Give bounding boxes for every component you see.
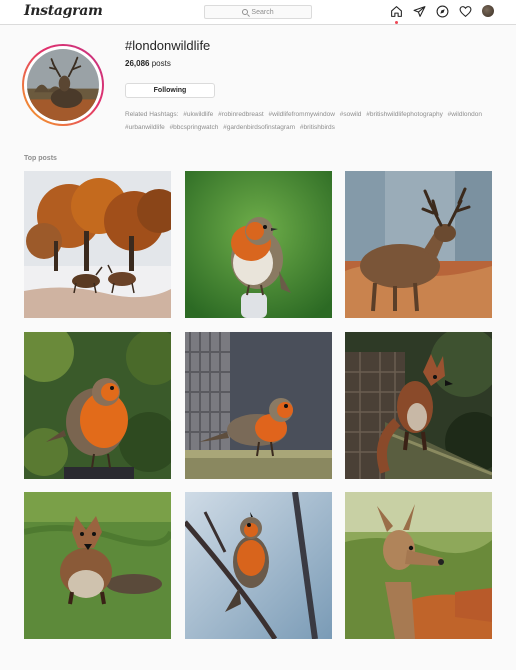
post-thumbnail[interactable] xyxy=(184,331,332,479)
top-nav: Instagram Search xyxy=(0,0,516,25)
post-count-label: posts xyxy=(151,59,171,68)
related-hashtag-link[interactable]: #britishwildlifephotography xyxy=(366,111,443,118)
post-thumbnail[interactable] xyxy=(345,492,492,639)
related-hashtag-link[interactable]: #britishbirds xyxy=(300,124,335,131)
related-hashtag-link[interactable]: #bbcspringwatch xyxy=(170,124,219,131)
post-thumbnail[interactable] xyxy=(345,171,492,318)
post-thumbnail[interactable] xyxy=(24,331,171,479)
post-thumbnail[interactable] xyxy=(345,331,492,479)
profile-avatar[interactable] xyxy=(482,5,495,18)
related-hashtag-link[interactable]: #robinredbreast xyxy=(218,111,264,118)
nav-icons xyxy=(390,5,495,24)
following-button[interactable]: Following xyxy=(125,83,215,98)
hashtag-image xyxy=(27,49,99,121)
post-thumbnail[interactable] xyxy=(24,171,171,318)
home-icon[interactable] xyxy=(390,5,403,24)
related-hashtag-link[interactable]: #ukwildlife xyxy=(183,111,213,118)
post-thumbnail[interactable] xyxy=(24,492,171,639)
related-hashtags: Related Hashtags: #ukwildlife #robinredb… xyxy=(125,108,500,134)
heart-icon[interactable] xyxy=(459,5,472,18)
explore-icon[interactable] xyxy=(436,5,449,18)
post-thumbnail[interactable] xyxy=(184,492,332,639)
hashtag-image-ring xyxy=(22,44,104,126)
related-hashtag-link[interactable]: #urbanwildlife xyxy=(125,124,165,131)
related-hashtags-label: Related Hashtags: xyxy=(125,111,179,118)
post-count: 26,086 posts xyxy=(125,59,171,68)
posts-grid xyxy=(24,171,492,639)
search-placeholder: Search xyxy=(251,8,274,16)
related-hashtag-link[interactable]: #wildlifefrommywindow xyxy=(268,111,334,118)
notification-dot xyxy=(395,21,398,24)
related-hashtag-link[interactable]: #gardenbirdsofinstagram xyxy=(223,124,295,131)
top-posts-heading: Top posts xyxy=(24,155,57,162)
instagram-logo[interactable]: Instagram xyxy=(24,3,103,19)
post-thumbnail[interactable] xyxy=(184,171,332,318)
related-hashtag-link[interactable]: #wildlondon xyxy=(448,111,482,118)
hashtag-title: #londonwildlife xyxy=(125,38,211,53)
search-icon xyxy=(242,9,249,15)
related-hashtag-link[interactable]: #sowild xyxy=(340,111,362,118)
post-count-number: 26,086 xyxy=(125,59,150,68)
direct-icon[interactable] xyxy=(413,5,426,18)
search-input[interactable]: Search xyxy=(204,5,312,19)
